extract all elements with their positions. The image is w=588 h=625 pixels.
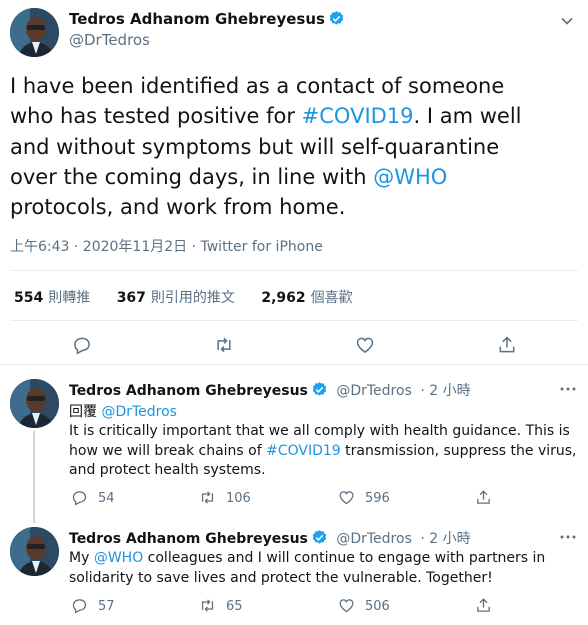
retweet-button[interactable]: 65 bbox=[199, 597, 243, 614]
author-name[interactable]: Tedros Adhanom Ghebreyesus bbox=[69, 531, 308, 547]
reply-icon bbox=[72, 491, 87, 506]
retweets-label: 則轉推 bbox=[48, 290, 91, 306]
share-icon bbox=[477, 598, 490, 612]
retweet-button[interactable]: 106 bbox=[199, 489, 251, 506]
mention-link[interactable]: @WHO bbox=[373, 165, 447, 189]
author-handle[interactable]: @DrTedros bbox=[336, 531, 412, 547]
main-tweet: Tedros Adhanom Ghebreyesus @DrTedros I h… bbox=[0, 0, 588, 357]
divider bbox=[10, 320, 578, 321]
divider bbox=[0, 364, 588, 365]
reply-count: 54 bbox=[98, 491, 115, 506]
reply-header: Tedros Adhanom Ghebreyesus @DrTedros · 2… bbox=[69, 380, 471, 400]
reply-button[interactable]: 57 bbox=[71, 597, 115, 614]
reply-button[interactable]: 54 bbox=[71, 489, 115, 506]
verified-badge-icon bbox=[312, 382, 327, 396]
like-icon bbox=[339, 599, 354, 613]
share-button[interactable] bbox=[475, 489, 502, 506]
retweet-icon[interactable] bbox=[214, 335, 234, 355]
quotes-count: 367 bbox=[116, 290, 146, 306]
retweet-icon bbox=[201, 599, 214, 612]
author-name-text[interactable]: Tedros Adhanom Ghebreyesus bbox=[69, 10, 325, 28]
likes-count: 2,962 bbox=[261, 290, 306, 306]
retweets-count: 554 bbox=[14, 290, 44, 306]
avatar[interactable] bbox=[10, 379, 59, 428]
avatar[interactable] bbox=[10, 8, 59, 57]
reply-time[interactable]: · 2 小時 bbox=[420, 383, 470, 399]
retweets-stat[interactable]: 554 則轉推 bbox=[14, 290, 90, 306]
chevron-down-icon[interactable] bbox=[560, 14, 574, 28]
author-name[interactable]: Tedros Adhanom Ghebreyesus bbox=[69, 10, 345, 28]
likes-stat[interactable]: 2,962 個喜歡 bbox=[261, 290, 352, 306]
hashtag-link[interactable]: #COVID19 bbox=[302, 104, 414, 128]
more-icon[interactable] bbox=[559, 528, 577, 546]
reply-header: Tedros Adhanom Ghebreyesus @DrTedros · 2… bbox=[69, 528, 471, 548]
tweet-stats: 554 則轉推 367 則引用的推文 2,962 個喜歡 bbox=[14, 287, 375, 307]
like-count: 506 bbox=[365, 599, 390, 614]
text-span: protocols, and work from home. bbox=[10, 195, 346, 220]
avatar[interactable] bbox=[10, 527, 59, 576]
more-icon[interactable] bbox=[559, 380, 577, 398]
author-handle[interactable]: @DrTedros bbox=[336, 383, 412, 399]
like-button[interactable]: 596 bbox=[338, 489, 390, 506]
hashtag-link[interactable]: #COVID19 bbox=[266, 443, 341, 459]
like-count: 596 bbox=[365, 491, 390, 506]
likes-label: 個喜歡 bbox=[310, 290, 353, 306]
replying-to-handle[interactable]: @DrTedros bbox=[101, 404, 177, 420]
verified-badge-icon bbox=[329, 11, 344, 25]
divider bbox=[10, 270, 578, 271]
reply-text: It is critically important that we all c… bbox=[69, 422, 581, 481]
author-name[interactable]: Tedros Adhanom Ghebreyesus bbox=[69, 383, 308, 399]
retweet-icon bbox=[201, 491, 214, 504]
share-icon[interactable] bbox=[497, 335, 517, 355]
like-icon bbox=[339, 491, 354, 505]
reply-count: 57 bbox=[98, 599, 115, 614]
author-handle[interactable]: @DrTedros bbox=[69, 31, 150, 49]
text-span: My bbox=[69, 550, 94, 566]
replying-to: 回覆 @DrTedros bbox=[69, 401, 177, 421]
tweet-text: I have been identified as a contact of s… bbox=[10, 71, 578, 222]
share-icon bbox=[477, 490, 490, 504]
verified-badge-icon bbox=[312, 530, 327, 544]
mention-link[interactable]: @WHO bbox=[94, 550, 143, 566]
quotes-label: 則引用的推文 bbox=[150, 290, 235, 306]
tweet-timestamp[interactable]: 上午6:43 · 2020年11月2日 · Twitter for iPhone bbox=[10, 236, 323, 256]
reply-icon bbox=[72, 599, 87, 614]
replying-to-label: 回覆 bbox=[69, 404, 97, 420]
thread-line bbox=[33, 431, 35, 523]
retweet-count: 106 bbox=[226, 491, 251, 506]
like-button[interactable]: 506 bbox=[338, 597, 390, 614]
reply-time[interactable]: · 2 小時 bbox=[420, 531, 470, 547]
share-button[interactable] bbox=[475, 597, 502, 614]
quotes-stat[interactable]: 367 則引用的推文 bbox=[117, 290, 235, 306]
like-icon[interactable] bbox=[355, 335, 375, 355]
reply-icon[interactable] bbox=[72, 335, 92, 355]
reply-text: My @WHO colleagues and I will continue t… bbox=[69, 549, 581, 588]
retweet-count: 65 bbox=[226, 599, 243, 614]
